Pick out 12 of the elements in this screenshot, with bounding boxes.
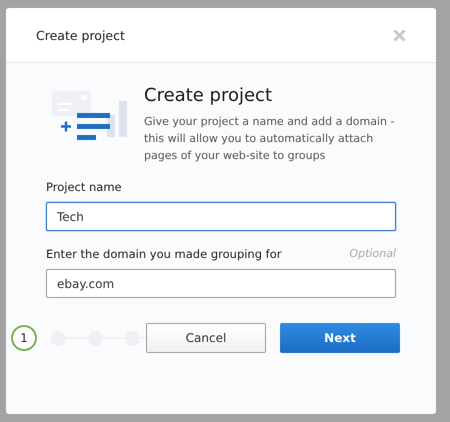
optional-hint: Optional [349, 247, 396, 261]
intro-text: Give your project a name and add a domain - this will allow you to automatically attach pages of your web-site to groups [144, 114, 396, 164]
field-label: Project name [46, 180, 122, 194]
dialog-title: Create project [36, 28, 125, 42]
intro-heading: Create project [144, 85, 274, 106]
cancel-button[interactable]: Cancel [146, 323, 266, 353]
input-field[interactable]: ebay.com [46, 269, 396, 298]
close-icon[interactable] [393, 28, 406, 42]
input-field[interactable]: Tech [46, 202, 396, 231]
field-label: Enter the domain you made grouping for [46, 247, 282, 261]
next-button[interactable]: Next [280, 323, 400, 353]
step-indicator: 1 [11, 325, 37, 351]
